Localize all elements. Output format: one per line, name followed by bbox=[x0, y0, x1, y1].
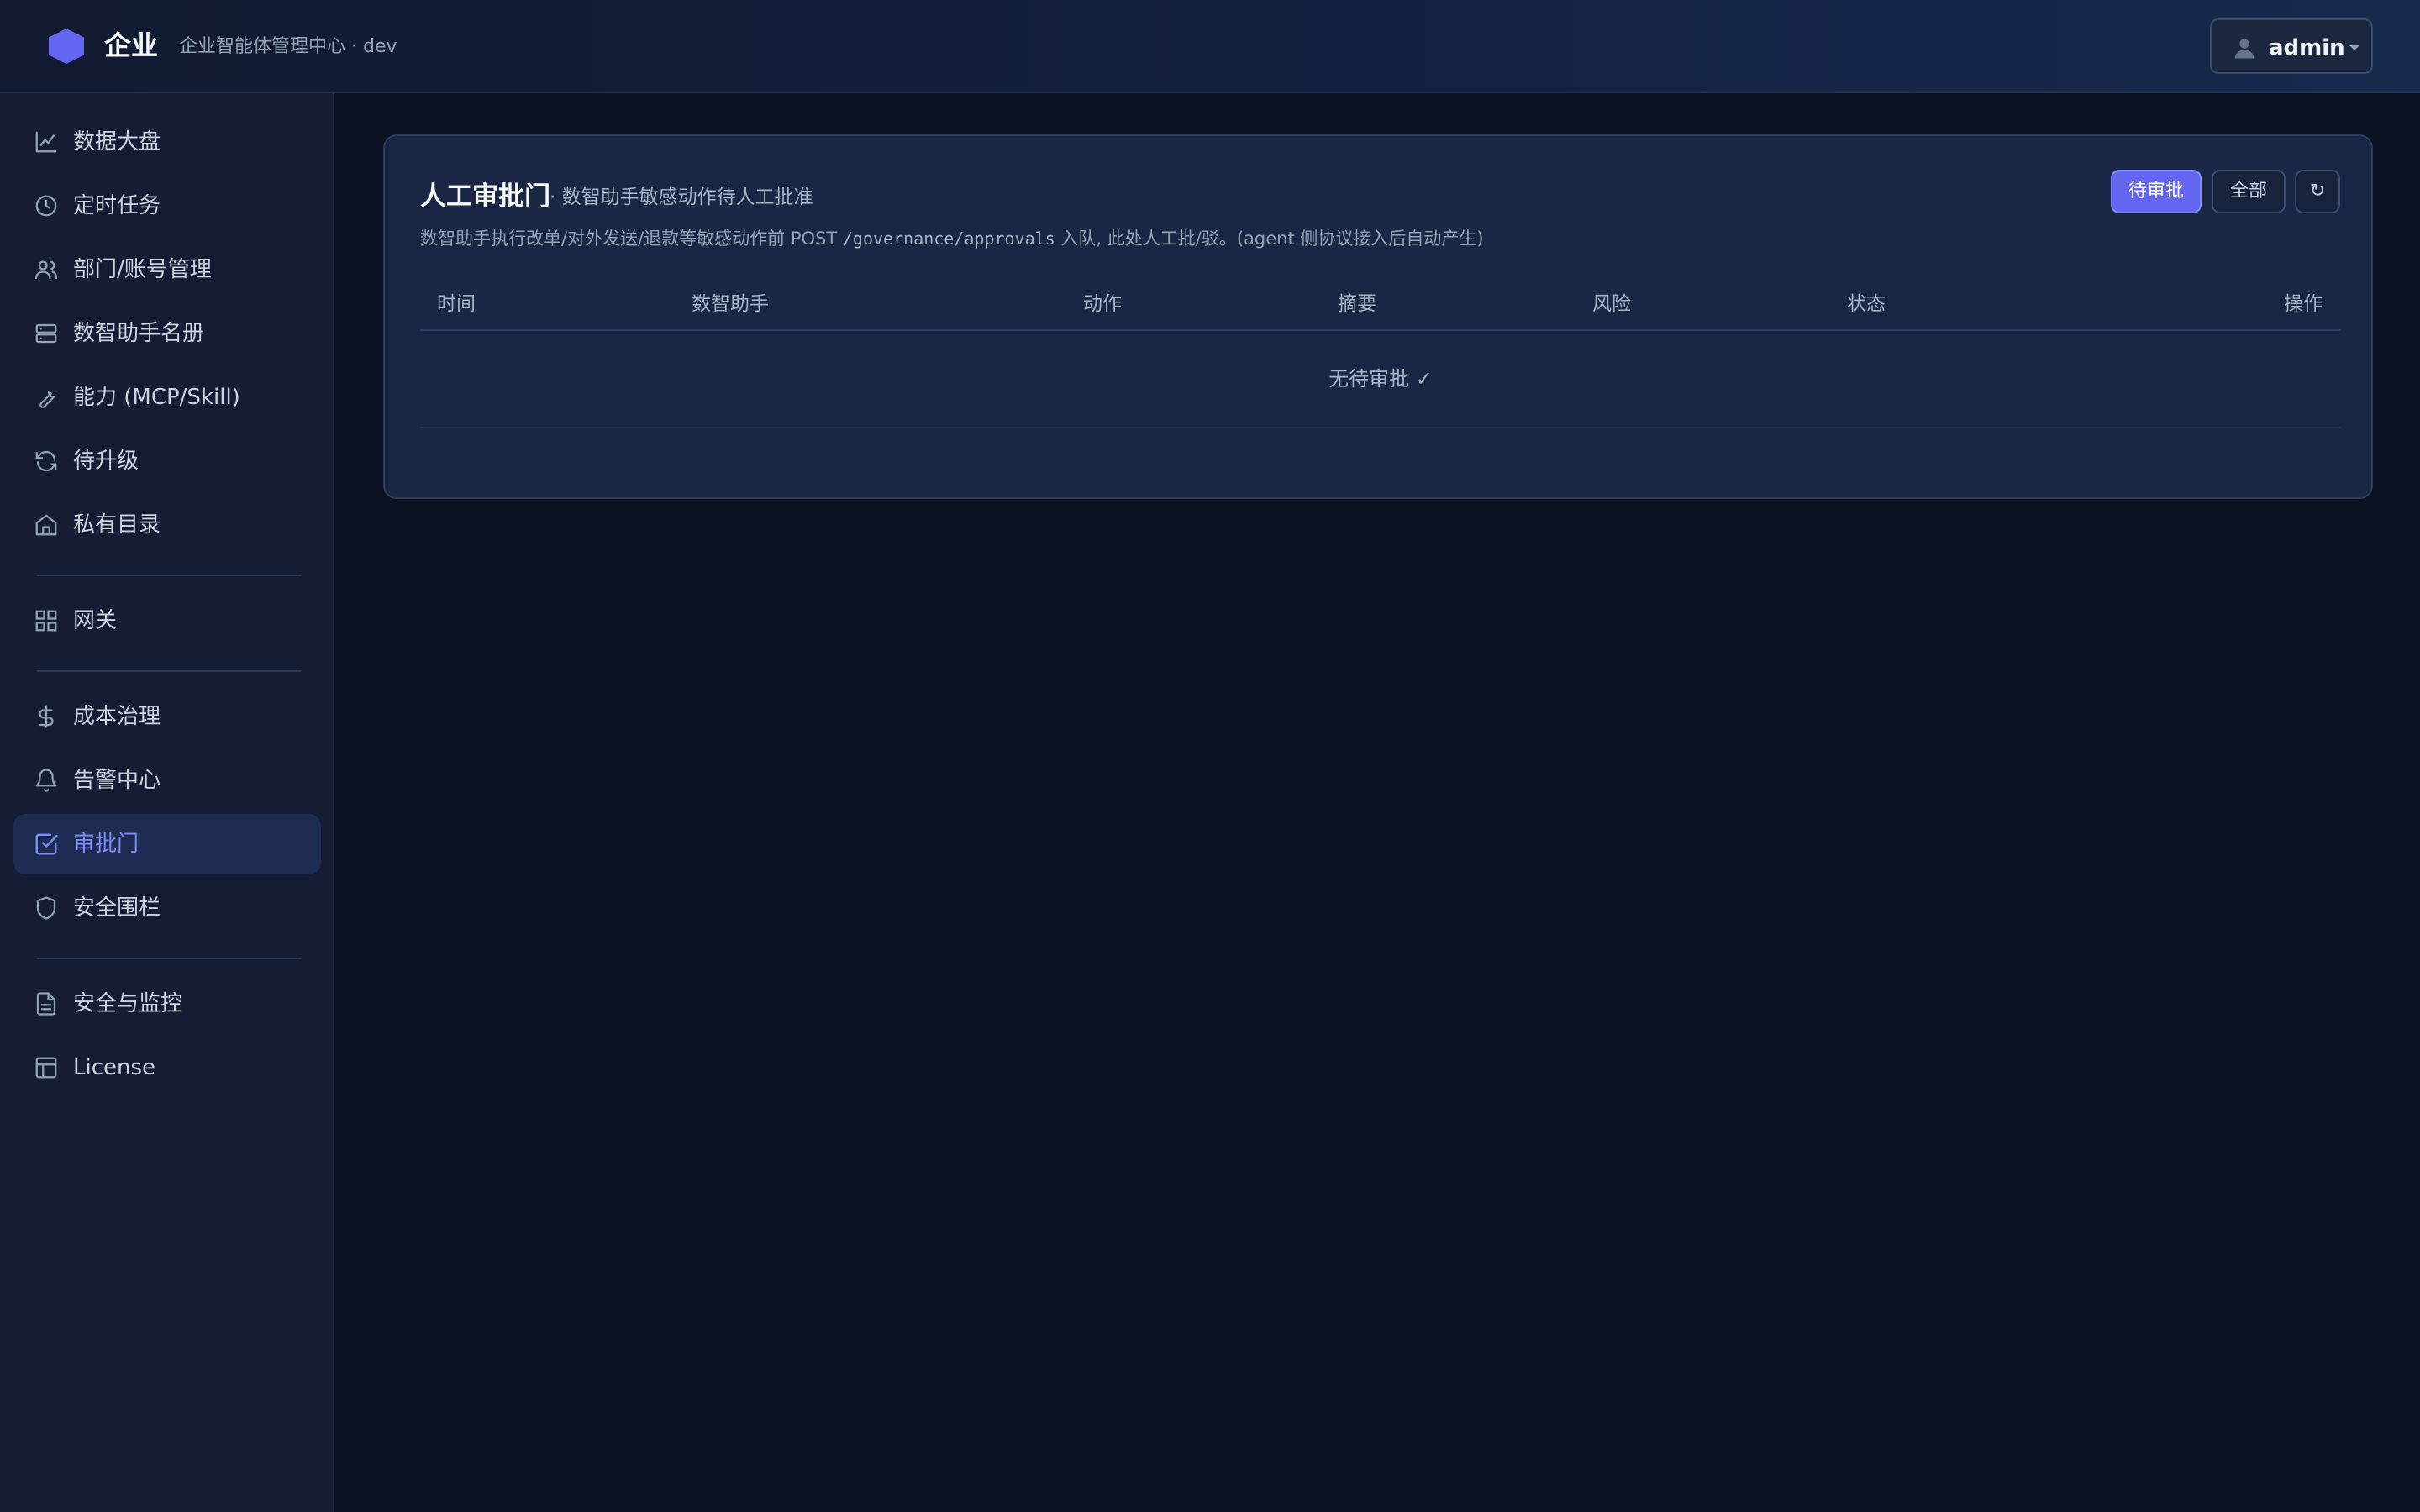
column-header-status: 状态 bbox=[1847, 293, 1886, 315]
page-description: 数智助手执行改单/对外发送/退款等敏感动作前 POST /governance/… bbox=[420, 225, 1484, 252]
sidebar-item-label: 数据大盘 bbox=[73, 129, 161, 155]
refresh-button[interactable]: ↻ bbox=[2295, 170, 2340, 213]
column-header-time: 时间 bbox=[437, 293, 476, 315]
column-header-risk: 风险 bbox=[1592, 293, 1631, 315]
page-subtitle: · 数智助手敏感动作待人工批准 bbox=[550, 186, 813, 208]
column-header-assistant: 数智助手 bbox=[692, 293, 769, 315]
description-suffix: 入队, 此处人工批/驳。(agent 侧协议接入后自动产生) bbox=[1055, 228, 1484, 249]
dollar-icon bbox=[39, 705, 54, 728]
sidebar-item-approval-gate[interactable]: 审批门 bbox=[13, 814, 321, 874]
brand-name: 企业 bbox=[104, 29, 159, 61]
clock-icon bbox=[35, 195, 57, 217]
sidebar-item-label: 私有目录 bbox=[73, 512, 161, 538]
sidebar-item-label: 定时任务 bbox=[73, 193, 161, 218]
sidebar-item-capabilities[interactable]: 能力 (MCP/Skill) bbox=[13, 367, 321, 428]
home-icon bbox=[35, 514, 57, 536]
grid-icon bbox=[35, 610, 57, 632]
approval-gate-card: 人工审批门 · 数智助手敏感动作待人工批准 数智助手执行改单/对外发送/退款等敏… bbox=[383, 134, 2373, 499]
server-icon bbox=[35, 323, 57, 344]
sidebar-item-label: 数智助手名册 bbox=[73, 321, 205, 346]
sidebar-item-cost-governance[interactable]: 成本治理 bbox=[13, 686, 321, 747]
sidebar-item-alerts[interactable]: 告警中心 bbox=[13, 750, 321, 811]
user-menu-button[interactable]: admin bbox=[2210, 18, 2373, 74]
wrench-icon bbox=[39, 390, 55, 408]
sidebar-item-label: 审批门 bbox=[73, 832, 139, 857]
sidebar-item-gateway[interactable]: 网关 bbox=[13, 591, 321, 651]
refresh-icon bbox=[35, 450, 57, 472]
sidebar-item-label: 告警中心 bbox=[73, 768, 161, 793]
sidebar-divider bbox=[37, 958, 301, 959]
sidebar-item-dashboard[interactable]: 数据大盘 bbox=[13, 112, 321, 172]
sidebar-item-label: 安全与监控 bbox=[73, 991, 183, 1016]
top-header: 企业 企业智能体管理中心 · dev admin bbox=[0, 0, 2420, 93]
sidebar-item-label: 成本治理 bbox=[73, 704, 161, 729]
description-endpoint: /governance/approvals bbox=[842, 228, 1055, 249]
table-empty-row: 无待审批 ✓ bbox=[420, 331, 2341, 428]
brand-subtitle: 企业智能体管理中心 · dev bbox=[179, 36, 397, 57]
table-header: 时间 数智助手 动作 摘要 风险 状态 操作 bbox=[420, 279, 2341, 331]
layout-icon bbox=[35, 1057, 57, 1079]
description-prefix: 数智助手执行改单/对外发送/退款等敏感动作前 POST bbox=[420, 228, 843, 249]
sidebar-item-label: 网关 bbox=[73, 608, 118, 633]
bell-icon bbox=[35, 769, 57, 792]
sidebar-item-label: 部门/账号管理 bbox=[73, 257, 212, 282]
filter-all-button[interactable]: 全部 bbox=[2212, 170, 2286, 213]
sidebar-item-private-catalog[interactable]: 私有目录 bbox=[13, 495, 321, 555]
column-header-action: 动作 bbox=[1083, 293, 1122, 315]
page-title: 人工审批门 bbox=[420, 181, 550, 212]
sidebar-item-label: 能力 (MCP/Skill) bbox=[73, 385, 240, 410]
sidebar-item-departments[interactable]: 部门/账号管理 bbox=[13, 239, 321, 300]
sidebar-divider bbox=[37, 670, 301, 672]
column-header-summary: 摘要 bbox=[1338, 293, 1376, 315]
empty-state-text: 无待审批 ✓ bbox=[1328, 367, 1433, 391]
sidebar-item-license[interactable]: License bbox=[13, 1037, 321, 1098]
hexagon-logo-icon bbox=[49, 29, 84, 64]
sidebar-item-assistant-registry[interactable]: 数智助手名册 bbox=[13, 303, 321, 364]
column-header-operations: 操作 bbox=[2284, 293, 2323, 315]
sidebar-item-label: 安全围栏 bbox=[73, 895, 161, 921]
user-name: admin bbox=[2269, 35, 2345, 60]
chevron-down-icon bbox=[2349, 45, 2360, 50]
sidebar-divider bbox=[37, 575, 301, 576]
sidebar-item-label: License bbox=[73, 1055, 156, 1080]
sidebar: 数据大盘 定时任务 部门/账号管理 数智助手名册 能力 (MCP/Skill) … bbox=[0, 93, 334, 1512]
sidebar-item-scheduled-tasks[interactable]: 定时任务 bbox=[13, 176, 321, 236]
sidebar-item-security-monitoring[interactable]: 安全与监控 bbox=[13, 974, 321, 1034]
chart-line-icon bbox=[35, 131, 57, 153]
file-text-icon bbox=[36, 992, 56, 1016]
check-square-icon bbox=[35, 833, 58, 855]
sidebar-item-safety-guardrail[interactable]: 安全围栏 bbox=[13, 878, 321, 938]
filter-pending-button[interactable]: 待审批 bbox=[2111, 170, 2202, 213]
shield-icon bbox=[36, 896, 56, 920]
user-icon bbox=[2234, 39, 2254, 59]
sidebar-item-label: 待升级 bbox=[73, 449, 139, 474]
sidebar-item-pending-upgrade[interactable]: 待升级 bbox=[13, 431, 321, 491]
users-icon bbox=[35, 260, 57, 280]
